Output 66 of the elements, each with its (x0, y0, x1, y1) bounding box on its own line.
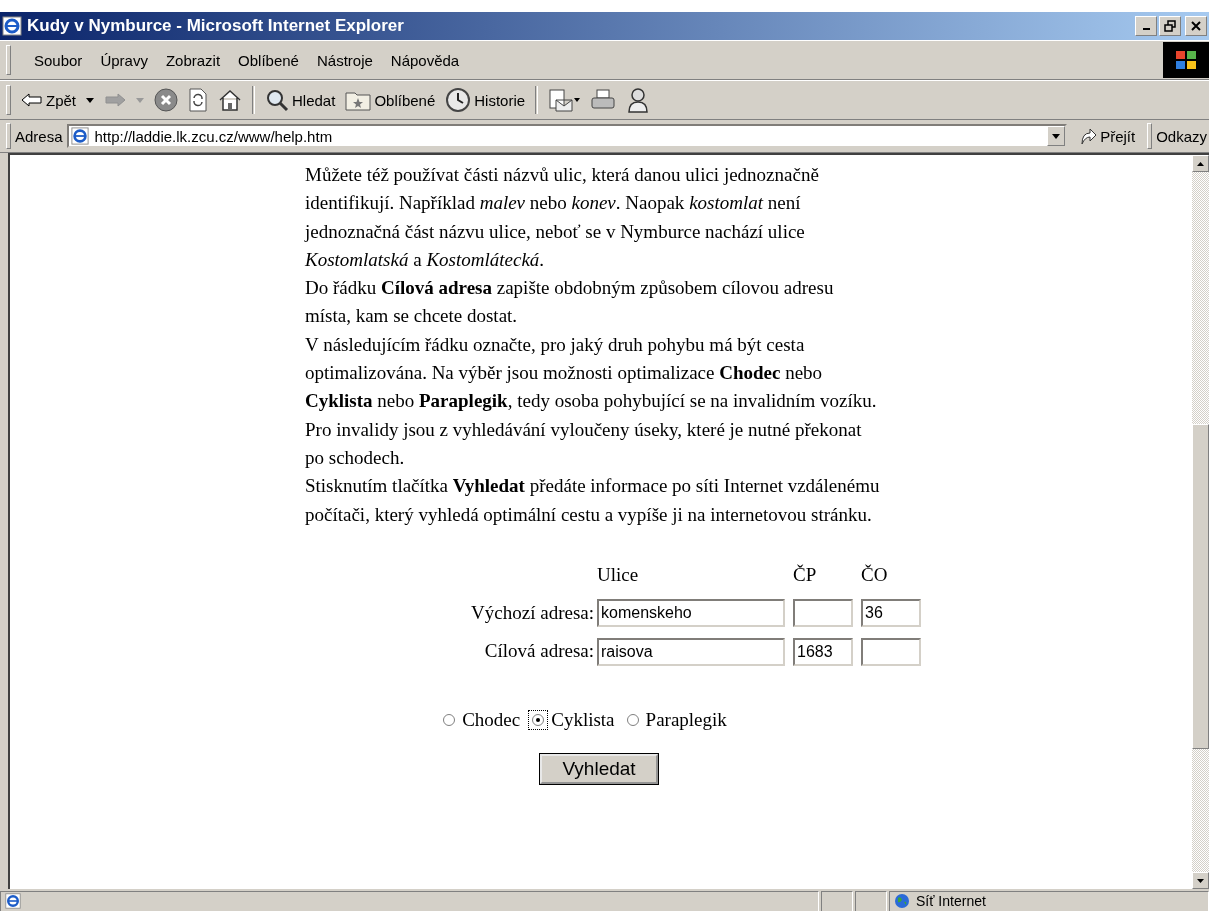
help-paragraph: Stisknutím tlačítka Vyhledat předáte informace po síti Internet vzdálenému počítači, který vyhledá optimální cestu a vypíše ji na internetovou stránku. (305, 474, 881, 527)
help-paragraph: V následujícím řádku označte, pro jaký druh pohybu má být cesta optimalizována. Na výběr jsou možnosti optimalizace Chodec nebo Cyklista nebo Paraplegik, tedy osoba pohybující se na invalidním vozíku. Pro invalidy jsou z vyhledávání vyloučeny úseky, které je nutné překonat po schodech. (305, 332, 878, 470)
zone-label: Síť Internet (916, 893, 986, 909)
menu-item[interactable]: Zobrazit (156, 49, 230, 71)
close-button[interactable] (1185, 16, 1207, 36)
search-button[interactable]: Vyhledat (540, 754, 658, 785)
person-icon[interactable] (626, 87, 651, 113)
radio-button[interactable] (532, 713, 545, 726)
status-panel (821, 891, 853, 911)
street-field[interactable]: raisova (597, 637, 785, 666)
help-paragraph: Do řádku Cílová adresa zapište obdobným způsobem cílovou adresu místa, kam se chcete dostat. (305, 276, 835, 329)
flag-icon (1175, 50, 1197, 70)
dropdown-arrow-icon[interactable] (1052, 133, 1061, 139)
page-icon (70, 127, 89, 145)
help-paragraph: Můžete též používat části názvů ulic, která danou ulici jednoznačně identifikují. Například malev nebo konev. Naopak kostomlat není jednoznačná část názvu ulice, neboť se v Nymburce nachází ulice Kostomlatská a Kostomlátecká. (305, 163, 820, 272)
window-title: Kudy v Nymburce - Microsoft Internet Explorer (27, 16, 405, 36)
address-field[interactable]: http://laddie.lk.zcu.cz/www/help.htm (66, 124, 1068, 148)
radio-label[interactable]: Paraplegik (645, 705, 727, 735)
search-button[interactable]: Hledat (265, 88, 336, 112)
number-field[interactable] (793, 599, 853, 628)
browser-icon (2, 16, 22, 36)
links-button[interactable]: Odkazy (1156, 127, 1209, 145)
home-icon[interactable] (218, 88, 242, 112)
back-button[interactable]: Zpět (21, 91, 76, 109)
menu-item[interactable]: Nástroje (307, 49, 382, 71)
number-field[interactable]: 36 (861, 599, 921, 628)
radio-button[interactable] (626, 713, 639, 726)
scrollbar[interactable] (1192, 155, 1209, 889)
curved-arrow-icon (1079, 127, 1098, 145)
refresh-icon[interactable] (188, 88, 208, 112)
mail-icon[interactable] (548, 88, 581, 112)
number-field[interactable] (861, 637, 921, 666)
caret-icon[interactable] (86, 97, 94, 103)
radio-label[interactable]: Cyklista (551, 705, 615, 735)
history-button[interactable]: Historie (445, 87, 526, 113)
back-arrow-icon[interactable] (21, 92, 43, 108)
printer-icon[interactable] (590, 88, 617, 112)
field-label: Cílová adresa: (483, 639, 595, 664)
stop-icon[interactable] (154, 88, 178, 112)
street-field[interactable]: komenskeho (597, 599, 785, 628)
radio-label[interactable]: Chodec (462, 705, 521, 735)
clock-icon[interactable] (445, 87, 472, 113)
menu-item[interactable]: Soubor (25, 49, 92, 71)
column-heading: ČP (793, 562, 818, 587)
down-arrow-icon[interactable] (1197, 878, 1204, 883)
radio-button[interactable] (443, 713, 456, 726)
minimize-button[interactable] (1135, 16, 1157, 36)
menu-item[interactable]: Nápověda (381, 49, 469, 71)
column-heading: Ulice (597, 562, 640, 587)
minimize-icon (1142, 28, 1150, 30)
search-icon[interactable] (265, 88, 289, 112)
close-icon (1191, 21, 1201, 31)
number-field[interactable]: 1683 (793, 637, 853, 666)
field-label: Výchozí adresa: (470, 601, 595, 626)
globe-icon (894, 893, 910, 909)
folder-star-icon[interactable] (345, 89, 372, 111)
menu-item[interactable]: Úpravy (91, 49, 157, 71)
column-heading: ČO (861, 562, 889, 587)
favorites-button[interactable]: Oblíbené (345, 89, 436, 111)
go-button[interactable]: Přejít (1071, 127, 1144, 145)
up-arrow-icon[interactable] (1197, 161, 1204, 166)
restore-icon (1164, 20, 1176, 32)
address-label: Adresa (15, 127, 63, 145)
restore-button[interactable] (1159, 16, 1181, 36)
status-panel (855, 891, 887, 911)
menu-item[interactable]: Oblíbené (229, 49, 308, 71)
